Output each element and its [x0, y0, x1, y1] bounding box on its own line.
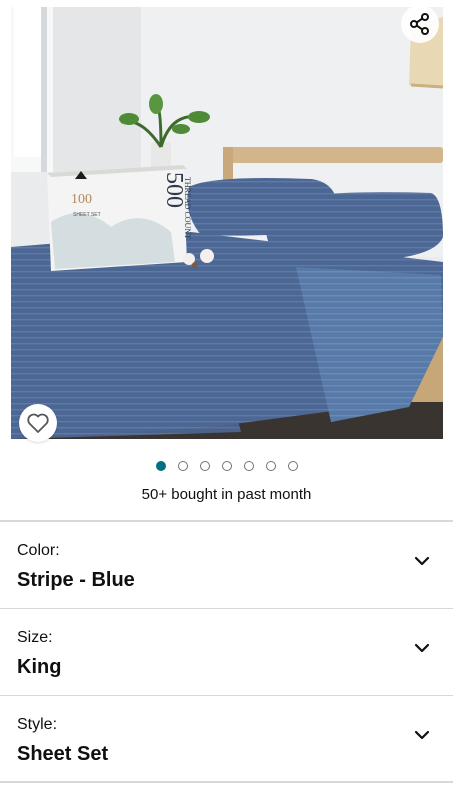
carousel-dot[interactable] — [265, 461, 276, 471]
color-label: Color: — [17, 542, 60, 559]
box-brand-mark: 100 — [71, 192, 92, 207]
product-image[interactable]: 100 SHEET SET 500 THREAD COUNT — [11, 7, 443, 439]
carousel-dot[interactable] — [287, 461, 298, 471]
bought-past-month-text: 50+ bought in past month — [141, 486, 312, 503]
chevron-down-icon — [414, 643, 430, 653]
chevron-down-icon — [414, 556, 430, 566]
size-label: Size: — [17, 629, 53, 646]
carousel-dot[interactable] — [155, 461, 166, 471]
box-product-text: SHEET SET — [73, 212, 101, 218]
heart-outline-icon — [27, 413, 49, 433]
color-value: Stripe - Blue — [17, 569, 135, 591]
size-selector[interactable]: Size: King — [0, 609, 453, 696]
share-icon — [410, 13, 429, 35]
style-value: Sheet Set — [17, 743, 109, 765]
style-label: Style: — [17, 716, 58, 733]
color-selector[interactable]: Color: Stripe - Blue — [0, 522, 453, 609]
carousel-dot[interactable] — [177, 461, 188, 471]
favorite-button[interactable] — [19, 404, 57, 442]
chevron-down-icon — [414, 730, 430, 740]
carousel-dot[interactable] — [199, 461, 210, 471]
image-carousel-indicator — [0, 461, 453, 471]
box-thread-text: THREAD COUNT — [183, 177, 192, 239]
variation-selectors: Color: Stripe - Blue Size: King Style: S… — [0, 520, 453, 783]
size-value: King — [17, 656, 62, 678]
share-button[interactable] — [401, 5, 439, 43]
bedroom-scene: 100 SHEET SET 500 THREAD COUNT — [11, 7, 443, 439]
style-selector[interactable]: Style: Sheet Set — [0, 696, 453, 783]
carousel-dot[interactable] — [221, 461, 232, 471]
carousel-dot[interactable] — [243, 461, 254, 471]
